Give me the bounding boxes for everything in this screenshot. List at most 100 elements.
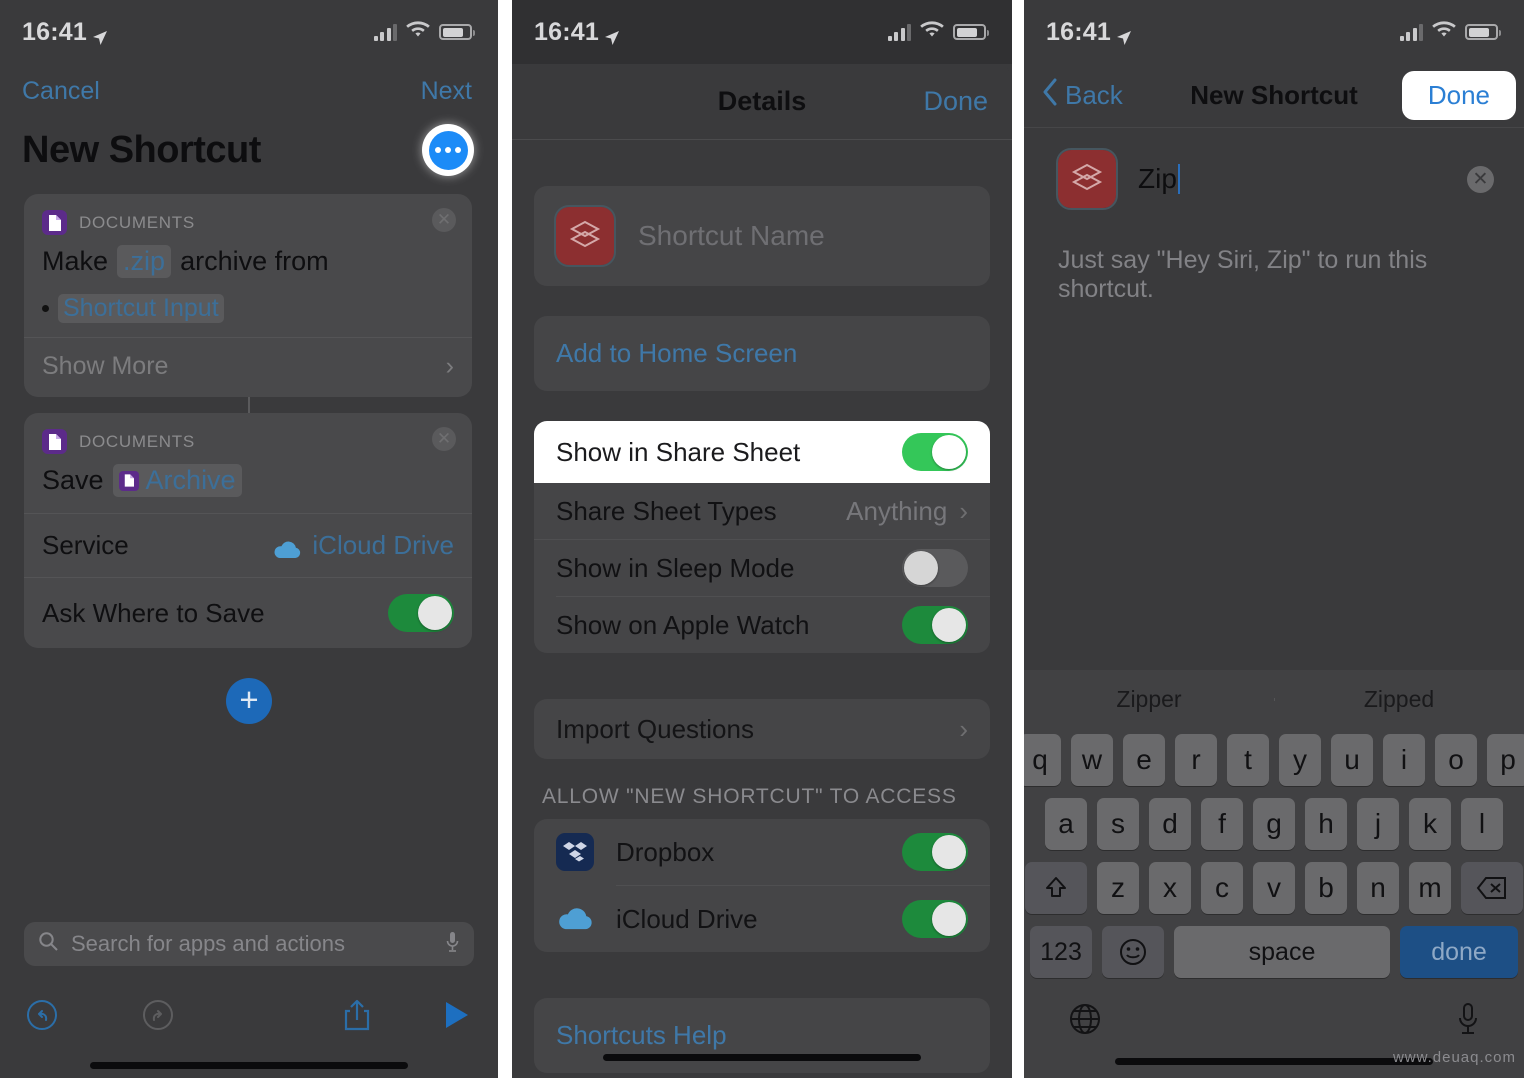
- show-on-apple-watch-toggle[interactable]: [902, 606, 968, 644]
- key-w[interactable]: w: [1071, 734, 1113, 786]
- done-button[interactable]: Done: [1401, 71, 1516, 120]
- ask-where-to-save-row[interactable]: Ask Where to Save: [24, 578, 472, 648]
- key-k[interactable]: k: [1409, 798, 1451, 850]
- status-bar-time-group: 16:41: [22, 18, 108, 47]
- back-button[interactable]: Back: [1042, 78, 1123, 113]
- shortcuts-help-group: Shortcuts Help: [534, 998, 990, 1073]
- key-r[interactable]: r: [1175, 734, 1217, 786]
- action-card-save-file[interactable]: DOCUMENTS ✕ Save Archive Service iCloud …: [24, 413, 472, 648]
- key-u[interactable]: u: [1331, 734, 1373, 786]
- key-p[interactable]: p: [1487, 734, 1524, 786]
- access-app-row-dropbox[interactable]: Dropbox: [534, 819, 990, 885]
- shortcuts-help-button[interactable]: Shortcuts Help: [534, 998, 990, 1073]
- access-app-name: Dropbox: [616, 836, 715, 867]
- shortcut-name-row[interactable]: Shortcut Name: [534, 186, 990, 286]
- key-m[interactable]: m: [1409, 862, 1451, 914]
- search-icon: [38, 931, 59, 957]
- key-b[interactable]: b: [1305, 862, 1347, 914]
- documents-icon: [42, 210, 67, 235]
- suggestion-item[interactable]: Zipped: [1274, 686, 1524, 713]
- close-icon[interactable]: ✕: [432, 427, 456, 451]
- numbers-key[interactable]: 123: [1030, 926, 1092, 978]
- shortcut-name-input[interactable]: Zip: [1138, 163, 1180, 195]
- chevron-right-icon: ›: [445, 352, 454, 380]
- icloud-icon: [556, 900, 594, 938]
- share-sheet-types-row[interactable]: Share Sheet Types Anything ›: [534, 483, 990, 539]
- show-more-button[interactable]: Show More ›: [24, 338, 472, 397]
- search-input[interactable]: Search for apps and actions: [24, 922, 474, 966]
- key-l[interactable]: l: [1461, 798, 1503, 850]
- action-input-row[interactable]: Shortcut Input: [24, 294, 472, 337]
- rename-nav-bar: Back New Shortcut Done: [1024, 64, 1524, 128]
- cancel-button[interactable]: Cancel: [22, 77, 100, 106]
- key-c[interactable]: c: [1201, 862, 1243, 914]
- show-in-share-sheet-toggle[interactable]: [902, 433, 968, 471]
- archive-token-label: Archive: [145, 465, 236, 495]
- key-q[interactable]: q: [1024, 734, 1061, 786]
- shortcut-name-field[interactable]: Zip ✕: [1024, 128, 1524, 230]
- cellular-signal-icon: [1399, 23, 1423, 41]
- key-h[interactable]: h: [1305, 798, 1347, 850]
- undo-icon[interactable]: [26, 999, 58, 1036]
- show-on-apple-watch-row[interactable]: Show on Apple Watch: [534, 597, 990, 653]
- key-z[interactable]: z: [1097, 862, 1139, 914]
- backspace-icon[interactable]: [1461, 862, 1523, 914]
- battery-icon: [953, 24, 989, 40]
- service-row[interactable]: Service iCloud Drive: [24, 514, 472, 577]
- key-j[interactable]: j: [1357, 798, 1399, 850]
- key-a[interactable]: a: [1045, 798, 1087, 850]
- card-connector: [248, 397, 250, 413]
- shortcut-input-token[interactable]: Shortcut Input: [58, 294, 224, 323]
- key-v[interactable]: v: [1253, 862, 1295, 914]
- close-icon[interactable]: ✕: [432, 208, 456, 232]
- show-in-sleep-mode-toggle[interactable]: [902, 549, 968, 587]
- dropbox-access-toggle[interactable]: [902, 833, 968, 871]
- share-sheet-types-value: Anything ›: [846, 496, 968, 527]
- ask-where-to-save-toggle[interactable]: [388, 594, 454, 632]
- done-button[interactable]: Done: [923, 86, 988, 117]
- key-e[interactable]: e: [1123, 734, 1165, 786]
- home-indicator: [603, 1054, 921, 1061]
- key-d[interactable]: d: [1149, 798, 1191, 850]
- service-value[interactable]: iCloud Drive: [272, 530, 454, 561]
- key-x[interactable]: x: [1149, 862, 1191, 914]
- chevron-right-icon: ›: [959, 713, 968, 744]
- access-app-row-icloud-drive[interactable]: iCloud Drive: [534, 886, 990, 952]
- share-icon[interactable]: [342, 998, 372, 1037]
- key-o[interactable]: o: [1435, 734, 1477, 786]
- import-questions-row[interactable]: Import Questions ›: [534, 699, 990, 759]
- archive-variable-token[interactable]: Archive: [112, 464, 242, 497]
- key-g[interactable]: g: [1253, 798, 1295, 850]
- shortcuts-app-icon[interactable]: [1056, 148, 1118, 210]
- show-in-share-sheet-row[interactable]: Show in Share Sheet: [534, 421, 990, 483]
- add-to-home-screen-button[interactable]: Add to Home Screen: [534, 316, 990, 391]
- key-f[interactable]: f: [1201, 798, 1243, 850]
- action-card-make-archive[interactable]: DOCUMENTS ✕ Make .zip archive from Short…: [24, 194, 472, 397]
- keyboard-done-key[interactable]: done: [1400, 926, 1518, 978]
- key-t[interactable]: t: [1227, 734, 1269, 786]
- microphone-icon[interactable]: [1456, 1002, 1480, 1041]
- shortcut-name-input[interactable]: Shortcut Name: [638, 220, 825, 252]
- status-bar: 16:41: [1024, 0, 1524, 64]
- suggestion-item[interactable]: Zipper: [1024, 686, 1274, 713]
- show-in-sleep-mode-row[interactable]: Show in Sleep Mode: [534, 540, 990, 596]
- shortcuts-app-icon[interactable]: [554, 205, 616, 267]
- chevron-right-icon: ›: [959, 495, 968, 526]
- editor-nav-bar: Cancel Next: [0, 64, 498, 112]
- next-button[interactable]: Next: [421, 77, 472, 106]
- key-n[interactable]: n: [1357, 862, 1399, 914]
- icloud-drive-access-toggle[interactable]: [902, 900, 968, 938]
- key-s[interactable]: s: [1097, 798, 1139, 850]
- key-y[interactable]: y: [1279, 734, 1321, 786]
- emoji-icon[interactable]: [1102, 926, 1164, 978]
- archive-format-token[interactable]: .zip: [117, 245, 172, 278]
- play-icon[interactable]: [444, 1000, 470, 1035]
- space-key[interactable]: space: [1174, 926, 1390, 978]
- globe-icon[interactable]: [1068, 1002, 1102, 1041]
- more-options-button[interactable]: [422, 124, 474, 176]
- microphone-icon[interactable]: [445, 931, 460, 958]
- add-action-button[interactable]: +: [226, 678, 272, 724]
- shift-icon[interactable]: [1025, 862, 1087, 914]
- clear-text-icon[interactable]: ✕: [1467, 165, 1494, 193]
- key-i[interactable]: i: [1383, 734, 1425, 786]
